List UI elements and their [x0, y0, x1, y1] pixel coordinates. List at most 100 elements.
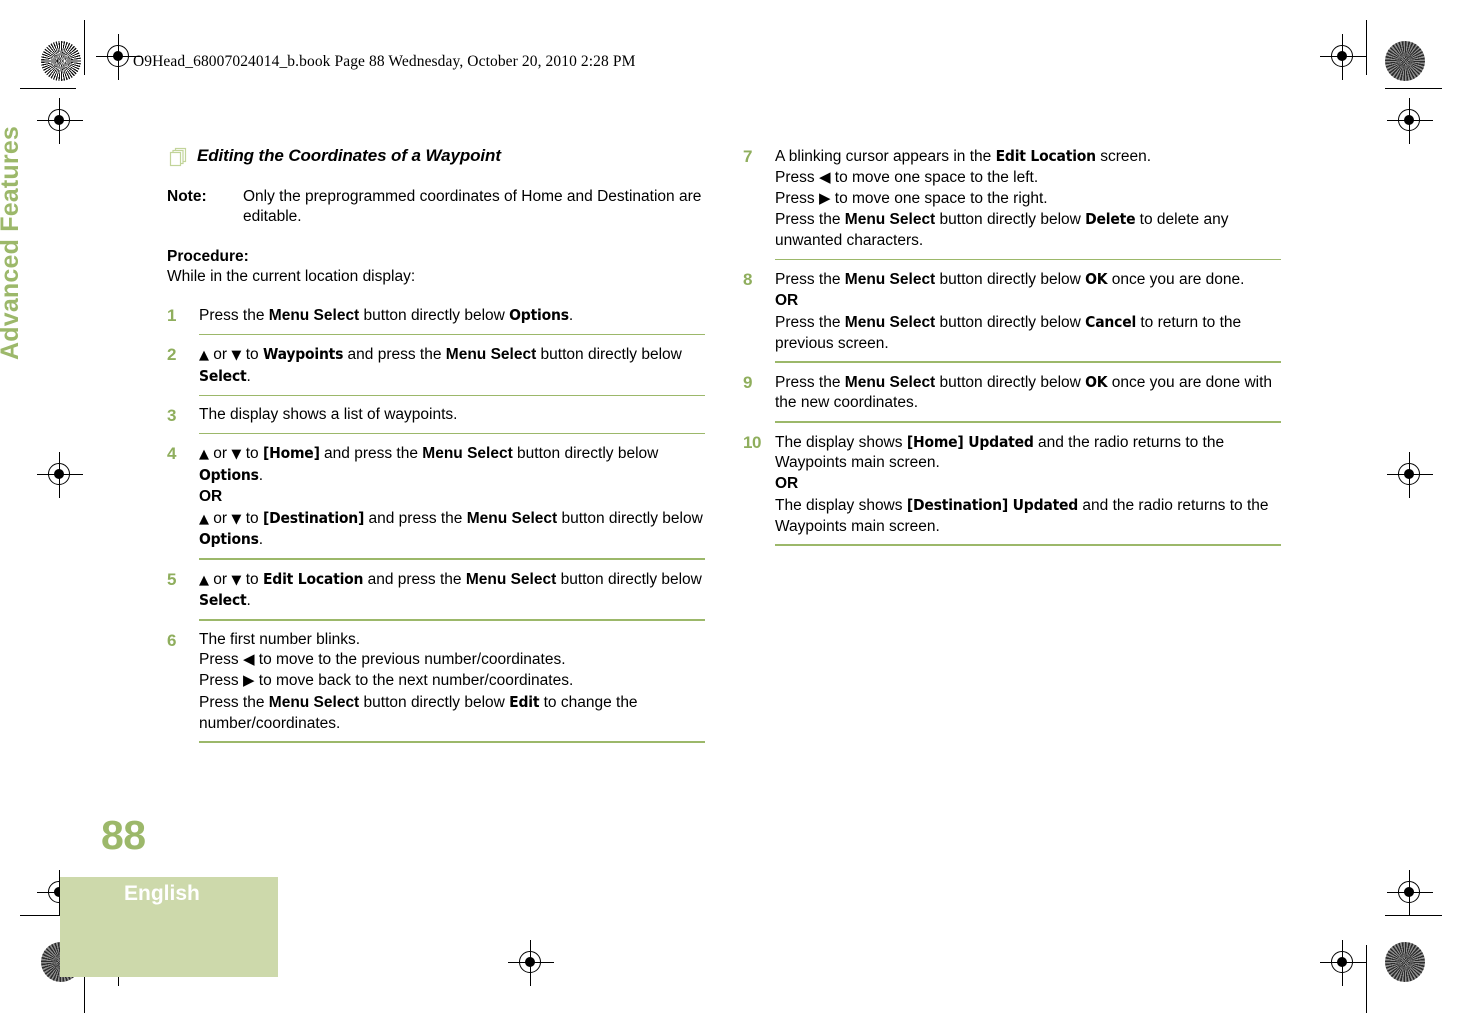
trim-line-bottom-right-horizontal [1385, 915, 1442, 917]
body-text: Press the [775, 211, 845, 229]
step-number: 4 [167, 444, 177, 464]
body-text: to [241, 509, 263, 527]
nav-arrow-icon: ▼ [231, 572, 242, 588]
body-text: button directly below [359, 693, 510, 711]
procedure-step: 1 Press the Menu Select button directly b… [167, 305, 705, 327]
registration-mark-right-middle [1387, 452, 1433, 498]
step-line: Press the Menu Select button directly be… [199, 305, 705, 327]
trim-line-top-right-horizontal [1385, 88, 1442, 90]
emphasis-text: Menu Select [844, 313, 936, 331]
procedure-step: 10 The display shows [Home] Updated and t… [743, 432, 1281, 538]
note-block: Note: Only the preprogrammed coordinates… [167, 187, 705, 228]
body-text: Press [775, 189, 819, 207]
step-line: Press ▶ to move back to the next number/… [199, 671, 705, 692]
step-number: 5 [167, 569, 177, 589]
section-heading: Editing the Coordinates of a Waypoint [167, 146, 705, 167]
step-number: 6 [167, 630, 177, 650]
step-line: The display shows [Home] Updated and the… [775, 432, 1281, 475]
procedure-step: 2 ▲ or ▼ to Waypoints and press the Menu … [167, 344, 705, 388]
body-text: Press [775, 168, 819, 186]
registration-mark-left-upper [37, 98, 83, 144]
step-number: 10 [743, 432, 761, 452]
nav-arrow-icon: ▶ [818, 188, 831, 207]
emphasis-text: Menu Select [445, 345, 537, 363]
body-text: screen. [1095, 148, 1152, 165]
body-text: button directly below [935, 211, 1086, 229]
step-text: Press the Menu Select button directly be… [775, 269, 1281, 354]
step-line: Press the Menu Select button directly be… [775, 209, 1281, 252]
procedure-step: 9 Press the Menu Select button directly b… [743, 372, 1281, 415]
step-separator-rule [775, 421, 1281, 423]
emphasis-text: Menu Select [268, 693, 360, 711]
device-display-text: Options [199, 530, 259, 549]
procedure-step: 6 The first number blinks. Press ◀ to move… [167, 630, 705, 735]
body-text: Press the [775, 373, 845, 391]
step-line: Press ◀ to move one space to the left. [775, 168, 1281, 189]
emphasis-text: Menu Select [844, 373, 936, 391]
step-text: Press the Menu Select button directly be… [199, 305, 705, 327]
nav-arrow-icon: ◀ [818, 167, 831, 186]
step-line: OR [775, 474, 1281, 495]
body-text: button directly below [557, 509, 703, 527]
body-text: Press the [199, 306, 269, 324]
body-text: . [246, 592, 251, 610]
emphasis-text: Menu Select [844, 211, 936, 229]
step-text: The display shows a list of waypoints. [199, 405, 705, 426]
body-text: or [209, 509, 232, 527]
device-display-text: [Destination] Updated [906, 495, 1079, 514]
right-column: 7 A blinking cursor appears in the Edit L… [743, 146, 1281, 555]
body-text: button directly below [935, 373, 1086, 391]
book-header-line: O9Head_68007024014_b.book Page 88 Wednes… [133, 53, 636, 70]
body-text: to [241, 445, 263, 463]
registration-mark-left-middle [37, 452, 83, 498]
step-number: 7 [743, 147, 753, 166]
step-line: Press ▶ to move one space to the right. [775, 189, 1281, 210]
step-line: The display shows [Destination] Updated … [775, 495, 1281, 538]
step-separator-rule [775, 258, 1281, 261]
body-text: and press the [319, 445, 423, 463]
step-line: ▲ or ▼ to [Destination] and press the Me… [199, 508, 705, 552]
step-line: ▲ or ▼ to Edit Location and press the Me… [199, 569, 705, 613]
device-display-text: Edit Location [995, 147, 1097, 165]
step-text: ▲ or ▼ to Waypoints and press the Menu S… [199, 344, 705, 388]
step-number: 8 [743, 270, 753, 290]
body-text: to move one space to the left. [830, 168, 1039, 186]
step-number: 9 [743, 372, 753, 392]
device-display-text: OK [1085, 270, 1108, 289]
body-text: The display shows a list of waypoints. [199, 405, 458, 423]
body-text: button directly below [935, 271, 1086, 289]
device-display-text: Edit [509, 692, 540, 711]
procedure-intro: While in the current location display: [167, 268, 416, 286]
section-heading-text: Editing the Coordinates of a Waypoint [197, 146, 501, 165]
note-label: Note: [167, 188, 207, 205]
step-separator-rule [775, 544, 1281, 546]
body-text: . [568, 306, 574, 324]
body-text: The display shows [775, 496, 907, 514]
body-text: button directly below [359, 306, 510, 324]
step-line: Press ◀ to move to the previous number/c… [199, 650, 705, 671]
body-text: and press the [343, 345, 446, 363]
body-text: button directly below [935, 313, 1086, 331]
emphasis-text: Menu Select [466, 509, 558, 527]
step-line: ▲ or ▼ to Waypoints and press the Menu S… [199, 344, 705, 388]
registration-mark-bottom-right [1320, 940, 1366, 986]
step-line: Press the Menu Select button directly be… [775, 269, 1281, 291]
body-text: Press [199, 651, 243, 669]
registration-mark-right-upper [1387, 98, 1433, 144]
body-text: A blinking cursor appears in the [775, 148, 996, 165]
emphasis-text: OR [775, 475, 799, 493]
procedure-label: Procedure: [167, 247, 249, 265]
step-line: A blinking cursor appears in the Edit Lo… [775, 146, 1281, 168]
step-number: 3 [167, 405, 177, 425]
body-text: Press the [199, 693, 269, 711]
emphasis-text: OR [199, 487, 223, 505]
page-number: 88 [101, 812, 146, 858]
step-line: The display shows a list of waypoints. [199, 405, 705, 426]
nav-arrow-icon: ▲ [199, 447, 209, 463]
step-line: OR [199, 487, 705, 508]
device-display-text: Options [509, 305, 569, 324]
step-separator-rule [775, 361, 1281, 363]
step-separator-rule [199, 558, 705, 560]
device-display-text: [Home] Updated [906, 432, 1034, 451]
device-display-text: Options [199, 466, 259, 485]
